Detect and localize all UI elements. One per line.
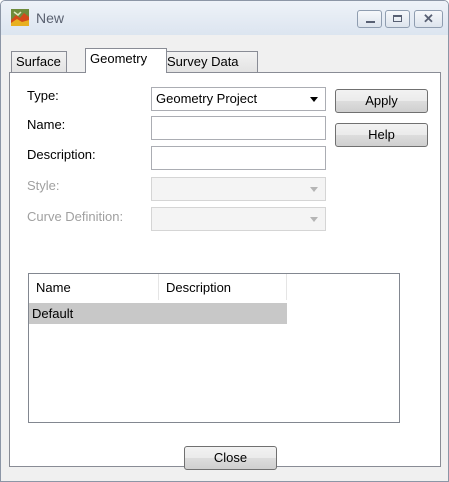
- name-label: Name:: [27, 117, 66, 132]
- app-icon: [11, 9, 29, 26]
- curve-definition-dropdown[interactable]: [151, 207, 326, 231]
- tab-survey-data[interactable]: Survey Data: [162, 51, 258, 72]
- maximize-button[interactable]: [385, 10, 410, 28]
- title-bar[interactable]: New ✕: [1, 1, 448, 35]
- help-button[interactable]: Help: [335, 123, 428, 147]
- close-window-button[interactable]: ✕: [414, 10, 443, 28]
- chevron-down-icon: [310, 217, 318, 222]
- description-label: Description:: [27, 147, 96, 162]
- column-header-blank[interactable]: [287, 274, 399, 300]
- close-icon: ✕: [423, 11, 434, 26]
- list-item-name: Default: [32, 306, 74, 321]
- geometry-list[interactable]: Name Description Default: [28, 273, 400, 423]
- name-input[interactable]: [151, 116, 326, 140]
- chevron-down-icon: [310, 97, 318, 102]
- column-header-name[interactable]: Name: [29, 274, 159, 300]
- minimize-icon: [366, 21, 375, 23]
- type-dropdown[interactable]: Geometry Project: [151, 87, 326, 111]
- dialog-window: New ✕ Surface Geometry Survey Data Type:…: [0, 0, 449, 482]
- minimize-button[interactable]: [357, 10, 382, 28]
- tab-geometry[interactable]: Geometry: [85, 48, 167, 73]
- maximize-icon: [393, 15, 402, 22]
- type-selected-value: Geometry Project: [156, 91, 258, 106]
- curve-definition-label: Curve Definition:: [27, 209, 124, 224]
- apply-button[interactable]: Apply: [335, 89, 428, 113]
- style-dropdown[interactable]: [151, 177, 326, 201]
- tab-surface[interactable]: Surface: [11, 51, 67, 72]
- type-label: Type:: [27, 88, 59, 103]
- list-header: Name Description: [29, 274, 399, 300]
- column-header-description[interactable]: Description: [159, 274, 287, 300]
- description-input[interactable]: [151, 146, 326, 170]
- style-label: Style:: [27, 178, 60, 193]
- close-button[interactable]: Close: [184, 446, 277, 470]
- chevron-down-icon: [310, 187, 318, 192]
- window-title: New: [36, 10, 65, 26]
- list-item[interactable]: Default: [29, 303, 287, 324]
